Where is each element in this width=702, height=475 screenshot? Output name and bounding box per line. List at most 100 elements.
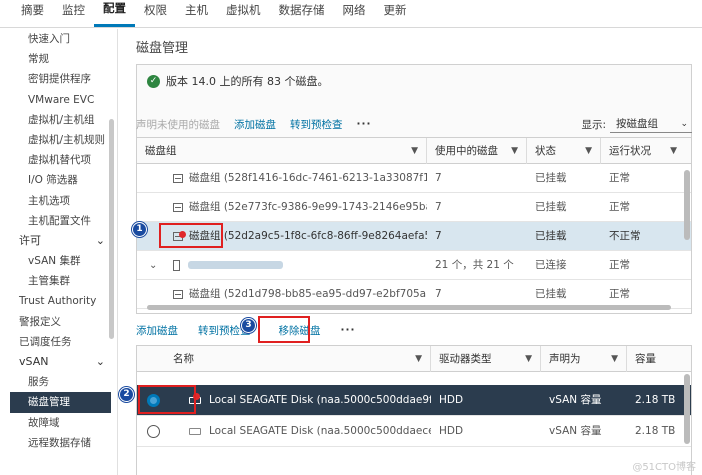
tab-summary[interactable]: 摘要 [12,0,53,27]
table-row[interactable]: Local SEAGATE Disk (naa.5000c500ddaeced3… [137,416,691,447]
tab-vms[interactable]: 虚拟机 [217,0,270,27]
sidebar-item-key-provider[interactable]: 密钥提供程序 [0,69,117,89]
column-header-label: 容量 [635,353,656,365]
grid2-vertical-scrollbar[interactable] [684,374,690,444]
highlight-box [258,316,310,343]
disk-label: Local SEAGATE Disk (naa.5000c500ddae9fdf… [209,394,431,406]
sidebar-item-disk-management[interactable]: 磁盘管理 [10,392,111,413]
host-icon [173,259,180,271]
filter-icon[interactable]: ▼ [611,346,618,372]
tab-permissions[interactable]: 权限 [135,0,176,27]
add-disks-button[interactable]: 添加磁盘 [234,117,276,132]
sidebar-item-fault-domains[interactable]: 故障域 [0,413,117,433]
more-actions-button[interactable]: ··· [357,118,372,130]
step-marker: 1 [132,222,147,237]
tab-networks[interactable]: 网络 [334,0,375,27]
grid1-horizontal-scrollbar[interactable] [147,305,671,310]
sidebar-section-license[interactable]: 许可 ⌄ [0,231,117,251]
sidebar-item-vsan-cluster[interactable]: vSAN 集群 [0,251,117,271]
column-header-capacity[interactable]: 容量 [627,346,691,372]
sidebar-item-remote-datastores[interactable]: 远程数据存储 [0,433,117,453]
filter-icon[interactable]: ▼ [525,346,532,372]
highlight-box [159,223,223,248]
sidebar-item-supervisor-cluster[interactable]: 主管集群 [0,271,117,291]
grid1-vertical-scrollbar[interactable] [684,170,690,240]
column-header-claimed-as[interactable]: 声明为 ▼ [541,346,627,372]
column-header-label: 声明为 [549,353,581,365]
column-header-label: 名称 [173,353,194,365]
chevron-down-icon[interactable]: ⌄ [149,251,157,280]
top-tabs: 摘要 监控 配置 权限 主机 虚拟机 数据存储 网络 更新 [0,0,702,28]
filter-icon[interactable]: ▼ [585,138,592,164]
sidebar-item-trust-authority[interactable]: Trust Authority [0,291,117,311]
sidebar-item-evc[interactable]: VMware EVC [0,90,117,110]
tab-monitor[interactable]: 监控 [53,0,94,27]
sidebar-item-vm-host-rules[interactable]: 虚拟机/主机规则 [0,130,117,150]
disks-in-use: 7 [435,172,442,184]
disk-group-icon [173,289,183,299]
go-to-precheck-button[interactable]: 转到预检查 [290,117,343,132]
step-marker: 3 [241,318,256,333]
add-disks-button[interactable]: 添加磁盘 [136,323,178,338]
tab-updates[interactable]: 更新 [375,0,416,27]
table-row-host[interactable]: ⌄ 21 个，共 21 个 已连接 正常 [137,251,691,280]
sidebar-item-quickstart[interactable]: 快速入门 [0,29,117,49]
grid-header: 磁盘组 ▼ 使用中的磁盘 ▼ 状态 ▼ 运行状况 ▼ [137,138,691,164]
capacity: 2.18 TB [635,394,676,406]
column-header-state[interactable]: 状态 ▼ [527,138,601,164]
column-header-diskgroup[interactable]: 磁盘组 ▼ [137,138,427,164]
diskgroup-label: 磁盘组 (528f1416-16dc-7461-6213-1a33087f142… [189,172,427,184]
disk-name: Local SEAGATE Disk (naa.5000c500ddae9fdf… [181,385,431,416]
disk-name: Local SEAGATE Disk (naa.5000c500ddaeced3… [181,416,431,447]
table-row[interactable]: 磁盘组 (528f1416-16dc-7461-6213-1a33087f142… [137,164,691,193]
filter-icon[interactable]: ▼ [415,346,422,372]
section-vsan-label: vSAN [19,355,49,368]
sidebar-section-vsan[interactable]: vSAN ⌄ [0,352,117,372]
chevron-down-icon: ⌄ [680,119,688,129]
tab-configure[interactable]: 配置 [94,0,135,27]
claim-unused-disks-button[interactable]: 声明未使用的磁盘 [136,117,220,132]
column-header-label: 运行状况 [609,145,651,157]
filter-icon[interactable]: ▼ [511,138,518,164]
column-header-disks-in-use[interactable]: 使用中的磁盘 ▼ [427,138,527,164]
table-row[interactable]: 磁盘组 (52e773fc-9386-9e99-1743-2146e95ba1…… [137,193,691,222]
page-title: 磁盘管理 [136,41,189,56]
tab-hosts[interactable]: 主机 [176,0,217,27]
column-header-label: 驱动器类型 [439,353,492,365]
sidebar-item-host-profile[interactable]: 主机配置文件 [0,211,117,231]
notice-text: 版本 14.0 上的所有 83 个磁盘。 [166,75,329,88]
row-radio[interactable] [147,425,160,438]
redacted-host-name [188,261,283,269]
chevron-down-icon: ⌄ [95,233,105,247]
diskgroup-label: 磁盘组 (52d1d798-bb85-ea95-dd97-e2bf705a… [189,288,427,300]
tab-datastores[interactable]: 数据存储 [270,0,334,27]
sidebar-item-general[interactable]: 常规 [0,49,117,69]
claimed-as: vSAN 容量 [549,425,602,437]
sidebar-item-alarm-definitions[interactable]: 警报定义 [0,312,117,332]
column-header-label: 使用中的磁盘 [435,145,498,157]
table-row-selected[interactable]: Local SEAGATE Disk (naa.5000c500ddae9fdf… [137,385,691,416]
sidebar-item-vm-host-groups[interactable]: 虚拟机/主机组 [0,110,117,130]
sidebar-item-io-filters[interactable]: I/O 筛选器 [0,170,117,190]
group-by-select[interactable]: 按磁盘组 ⌄ [610,115,692,133]
main-panel: 磁盘管理 ✓ 版本 14.0 上的所有 83 个磁盘。 声明未使用的磁盘 添加磁… [119,29,702,475]
disk-group-icon [173,202,183,212]
sidebar-item-services[interactable]: 服务 [0,372,117,392]
filter-icon[interactable]: ▼ [411,138,418,164]
disk-grid: 名称 ▼ 驱动器类型 ▼ 声明为 ▼ 容量 Local SEAGATE Disk (n… [136,345,692,475]
drive-type: HDD [439,425,464,437]
filter-icon[interactable]: ▼ [670,138,677,164]
disks-in-use: 21 个，共 21 个 [435,259,514,271]
show-label: 显示: [581,118,606,131]
column-header-label: 磁盘组 [145,145,177,157]
state: 已挂载 [535,201,567,213]
column-header-drive-type[interactable]: 驱动器类型 ▼ [431,346,541,372]
diskgroup-label: 磁盘组 (52d2a9c5-1f8c-6fc8-86ff-9e8264aefa5… [189,230,427,242]
more-actions-button[interactable]: ··· [341,324,356,336]
column-header-name[interactable]: 名称 ▼ [165,346,431,372]
sidebar-item-scheduled-tasks[interactable]: 已调度任务 [0,332,117,352]
sidebar-item-vm-overrides[interactable]: 虚拟机替代项 [0,150,117,170]
column-header-health[interactable]: 运行状况 ▼ [601,138,685,164]
sidebar-scrollbar[interactable] [109,119,114,339]
sidebar-item-host-options[interactable]: 主机选项 [0,191,117,211]
